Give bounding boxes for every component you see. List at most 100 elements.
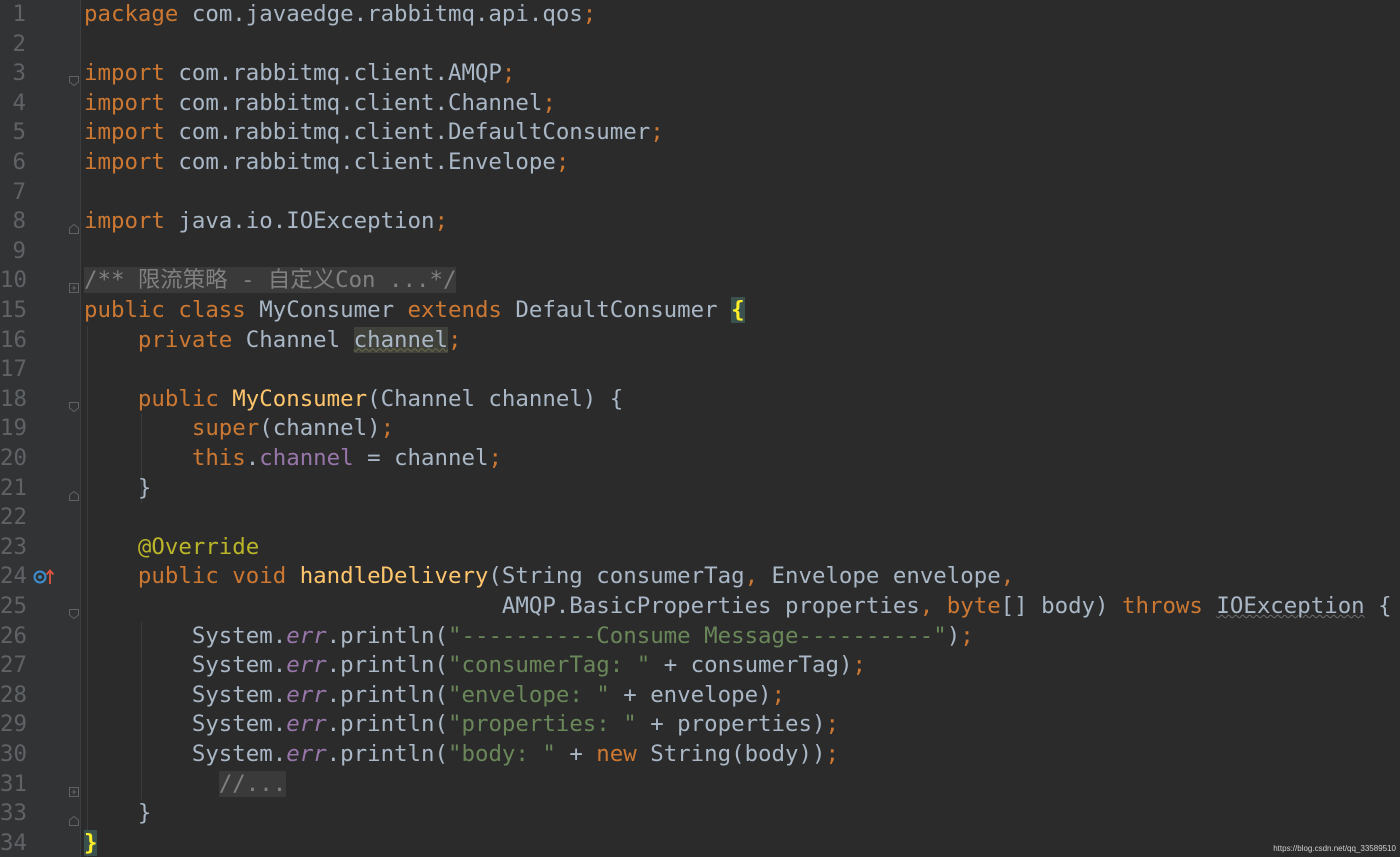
line-code: public void handleDelivery(String consum… <box>84 562 1014 592</box>
line-number: 4 <box>12 89 26 116</box>
code-line[interactable]: 17 <box>0 355 1400 385</box>
line-number: 27 <box>0 652 27 679</box>
fold-collapse-icon[interactable] <box>68 215 80 235</box>
code-line[interactable]: 19 super(channel); <box>0 414 1400 444</box>
line-code: super(channel); <box>84 414 394 444</box>
line-number: 19 <box>0 415 27 442</box>
line-number: 31 <box>0 770 27 797</box>
code-line[interactable]: 15 public class MyConsumer extends Defaul… <box>0 296 1400 326</box>
code-token: java.io.IOException <box>164 208 435 235</box>
line-code: private Channel channel; <box>84 326 461 356</box>
code-token: channel <box>259 445 354 471</box>
line-number: 18 <box>0 385 27 412</box>
fold-expand-icon[interactable] <box>68 778 80 797</box>
code-token: ; <box>380 415 395 442</box>
line-number: 10 <box>0 267 27 294</box>
code-token: MyConsumer <box>259 297 408 323</box>
fold-collapse-icon[interactable] <box>68 807 80 827</box>
code-token: com.rabbitmq.client.Channel <box>164 89 543 116</box>
line-code: AMQP.BasicProperties properties, byte[] … <box>84 592 1392 622</box>
code-line[interactable]: 1 package com.javaedge.rabbitmq.api.qos; <box>0 0 1400 30</box>
code-token: System. <box>84 622 287 649</box>
code-token: , <box>744 563 772 590</box>
code-editor[interactable]: 1 package com.javaedge.rabbitmq.api.qos; 2… <box>0 0 1400 857</box>
code-token: ; <box>771 681 786 708</box>
line-number: 33 <box>0 800 27 827</box>
line-code: @Override <box>84 533 259 563</box>
code-token: Channel <box>245 326 354 353</box>
code-line[interactable]: 20 this.channel = channel; <box>0 444 1400 474</box>
code-line[interactable]: 26 System.err.println("----------Consume… <box>0 622 1400 652</box>
code-line[interactable]: 31 //... <box>0 770 1400 800</box>
code-line[interactable]: 10 /** 限流策略 - 自定义Con ...*/ <box>0 266 1400 296</box>
override-method-icon[interactable] <box>32 567 56 587</box>
code-line[interactable]: 2 <box>0 30 1400 60</box>
code-token: System. <box>84 741 287 767</box>
line-number: 7 <box>12 178 26 205</box>
code-line[interactable]: 7 <box>0 178 1400 208</box>
code-token: super <box>191 415 260 442</box>
fold-collapse-icon[interactable] <box>68 482 80 501</box>
line-number: 29 <box>0 711 27 738</box>
code-token: AMQP.BasicProperties properties <box>84 593 920 619</box>
code-line[interactable]: 5 import com.rabbitmq.client.DefaultConsu… <box>0 118 1400 148</box>
folded-region[interactable]: //... <box>218 770 287 797</box>
code-line[interactable]: 9 <box>0 237 1400 267</box>
code-line[interactable]: 22 <box>0 503 1400 533</box>
line-number: 21 <box>0 474 27 501</box>
line-code: public class MyConsumer extends DefaultC… <box>84 296 745 326</box>
code-token: "body: " <box>448 741 556 767</box>
code-line[interactable]: 24 public void handleDelivery(String con… <box>0 562 1400 592</box>
code-line[interactable]: 16 private Channel channel; <box>0 326 1400 356</box>
code-line[interactable]: 18 public MyConsumer(Channel channel) { <box>0 385 1400 415</box>
code-token: byte <box>946 593 1001 619</box>
fold-expand-icon[interactable] <box>68 274 80 294</box>
code-token: import <box>84 119 165 146</box>
code-line[interactable]: 3 import com.rabbitmq.client.AMQP; <box>0 59 1400 89</box>
code-token: Envelope envelope <box>771 563 1001 590</box>
line-number: 2 <box>12 30 26 57</box>
code-line[interactable]: 4 import com.rabbitmq.client.Channel; <box>0 89 1400 119</box>
code-token: com.rabbitmq.client.AMQP <box>164 60 502 87</box>
fold-collapse-icon[interactable] <box>68 600 80 620</box>
code-token: import <box>84 149 165 175</box>
line-code: } <box>84 799 152 829</box>
code-line[interactable]: 23 @Override <box>0 533 1400 563</box>
code-line[interactable]: 27 System.err.println("consumerTag: " + … <box>0 651 1400 681</box>
code-token: throws <box>1122 593 1217 619</box>
fold-collapse-icon[interactable] <box>68 393 80 412</box>
code-token: ; <box>825 741 839 767</box>
line-number: 28 <box>0 681 27 708</box>
line-code: } <box>84 829 98 857</box>
code-token: import <box>84 208 165 235</box>
code-line[interactable]: 34} <box>0 829 1400 857</box>
code-token: .println( <box>326 711 448 738</box>
code-line[interactable]: 33 } <box>0 799 1400 829</box>
code-token: ; <box>960 622 974 649</box>
code-line[interactable]: 30 System.err.println("body: " + new Str… <box>0 740 1400 770</box>
line-code: System.err.println("body: " + new String… <box>84 740 839 770</box>
line-number: 1 <box>12 1 26 27</box>
folded-region[interactable]: /** 限流策略 - 自定义Con ...*/ <box>84 267 457 294</box>
code-line[interactable]: 6 import com.rabbitmq.client.Envelope; <box>0 148 1400 178</box>
line-code: } <box>84 474 152 504</box>
fold-collapse-icon[interactable] <box>68 67 80 87</box>
line-number: 23 <box>0 533 27 560</box>
line-number: 22 <box>0 504 27 531</box>
code-line[interactable]: 29 System.err.println("properties: " + p… <box>0 710 1400 740</box>
code-line[interactable]: 8 import java.io.IOException; <box>0 207 1400 237</box>
code-token: ; <box>447 326 462 353</box>
code-line[interactable]: 28 System.err.println("envelope: " + env… <box>0 681 1400 711</box>
code-token: "consumerTag: " <box>448 652 651 679</box>
code-line[interactable]: 21 } <box>0 474 1400 504</box>
line-code: public MyConsumer(Channel channel) { <box>84 385 623 415</box>
code-token: err <box>286 741 327 767</box>
code-token: err <box>286 681 327 708</box>
code-line[interactable]: 25 AMQP.BasicProperties properties, byte… <box>0 592 1400 622</box>
code-token: ; <box>852 652 866 679</box>
code-token: String(body)) <box>650 741 826 767</box>
